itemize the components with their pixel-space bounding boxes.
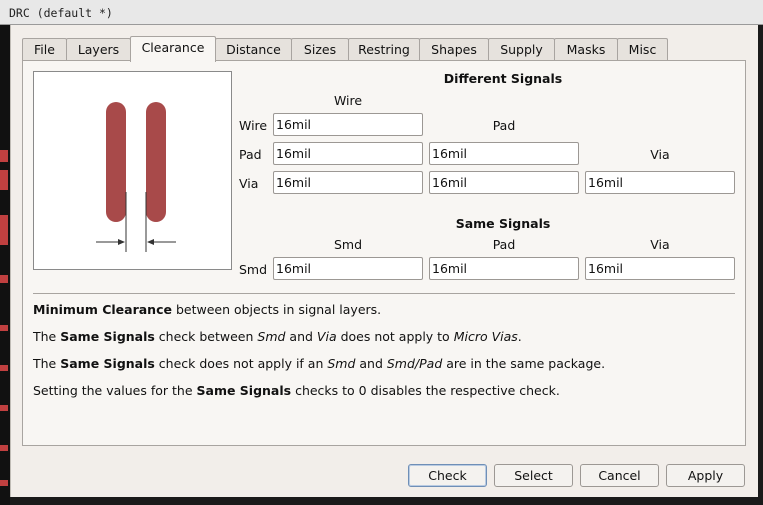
tab-shapes[interactable]: Shapes [419, 38, 489, 61]
background-trace [0, 275, 8, 283]
background-trace [0, 365, 8, 371]
col-wire-label: Wire [333, 93, 363, 108]
different-signals-heading: Different Signals [443, 71, 563, 86]
background-trace [0, 170, 8, 190]
row-pad-label: Pad [239, 147, 262, 162]
background-trace [0, 480, 8, 486]
background-canvas [0, 25, 10, 505]
smd-smd-input[interactable] [273, 257, 423, 280]
window-titlebar[interactable]: DRC (default *) [0, 0, 763, 25]
clearance-diagram-svg [96, 102, 176, 252]
wire-wire-input[interactable] [273, 113, 423, 136]
col-smd-label: Smd [333, 237, 363, 252]
description-line-1: Minimum Clearance between objects in sig… [33, 302, 381, 317]
row-via-label: Via [239, 176, 259, 191]
desc-italic: Smd [257, 329, 286, 344]
desc-text: The [33, 329, 61, 344]
background-trace [0, 215, 8, 245]
window-title: DRC (default *) [9, 6, 113, 20]
background-bottom-band [10, 497, 758, 505]
tab-clearance[interactable]: Clearance [130, 36, 216, 62]
desc-italic: Smd [327, 356, 356, 371]
description-line-4: Setting the values for the Same Signals … [33, 383, 560, 398]
desc-italic: Via [316, 329, 337, 344]
col-via-label-same: Via [650, 237, 670, 252]
desc-italic: Smd/Pad [386, 356, 443, 371]
tab-layers[interactable]: Layers [66, 38, 131, 61]
desc-text: Setting the values for the [33, 383, 197, 398]
desc-bold: Same Signals [196, 383, 292, 398]
background-trace [0, 150, 8, 162]
description-line-3: The Same Signals check does not apply if… [33, 356, 605, 371]
check-button[interactable]: Check [408, 464, 487, 487]
desc-italic: Micro Vias [453, 329, 518, 344]
via-via-input[interactable] [585, 171, 735, 194]
trace-right [146, 102, 166, 222]
desc-bold: Minimum Clearance [33, 302, 172, 317]
tab-supply[interactable]: Supply [488, 38, 555, 61]
desc-text: and [285, 329, 317, 344]
background-trace [0, 325, 8, 331]
desc-bold: Same Signals [60, 356, 155, 371]
row-smd-label: Smd [239, 262, 268, 277]
desc-text: are in the same package. [442, 356, 606, 371]
tab-misc[interactable]: Misc [617, 38, 668, 61]
desc-text: . [517, 329, 522, 344]
cancel-button[interactable]: Cancel [580, 464, 659, 487]
desc-bold: Same Signals [60, 329, 155, 344]
tab-sizes[interactable]: Sizes [291, 38, 349, 61]
trace-left [106, 102, 126, 222]
smd-pad-input[interactable] [429, 257, 579, 280]
arrow-left-head [118, 239, 125, 245]
desc-text: check does not apply if an [154, 356, 328, 371]
col-pad-label-same: Pad [492, 237, 516, 252]
drc-dialog: File Layers Clearance Distance Sizes Res… [10, 25, 758, 500]
desc-text: The [33, 356, 61, 371]
description-line-2: The Same Signals check between Smd and V… [33, 329, 522, 344]
row-wire-label: Wire [239, 118, 268, 133]
background-trace [0, 445, 8, 451]
clearance-illustration [33, 71, 232, 270]
smd-via-input[interactable] [585, 257, 735, 280]
pad-wire-input[interactable] [273, 142, 423, 165]
col-pad-label: Pad [492, 118, 516, 133]
pad-pad-input[interactable] [429, 142, 579, 165]
tab-file[interactable]: File [22, 38, 67, 61]
tab-masks[interactable]: Masks [554, 38, 618, 61]
desc-text: and [355, 356, 387, 371]
desc-text: check between [154, 329, 258, 344]
same-signals-heading: Same Signals [455, 216, 551, 231]
clearance-panel: Different Signals Wire Wire Pad Pad Via … [22, 60, 746, 446]
separator [33, 293, 735, 294]
select-button[interactable]: Select [494, 464, 573, 487]
background-trace [0, 405, 8, 411]
desc-text: checks to 0 disables the respective chec… [291, 383, 560, 398]
via-pad-input[interactable] [429, 171, 579, 194]
arrow-right-head [147, 239, 154, 245]
col-via-label: Via [650, 147, 670, 162]
via-wire-input[interactable] [273, 171, 423, 194]
tab-distance[interactable]: Distance [215, 38, 292, 61]
apply-button[interactable]: Apply [666, 464, 745, 487]
desc-text: does not apply to [336, 329, 454, 344]
tab-restring[interactable]: Restring [348, 38, 420, 61]
desc-text: between objects in signal layers. [171, 302, 382, 317]
